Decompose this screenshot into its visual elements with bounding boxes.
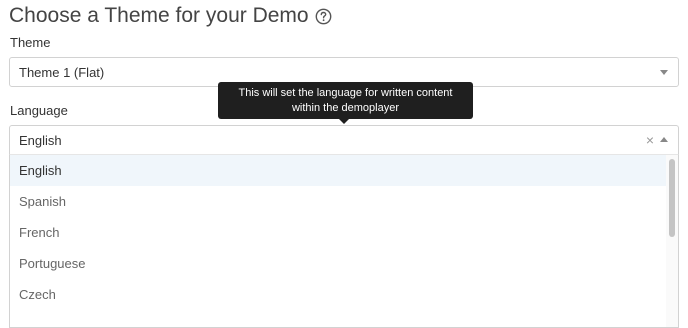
- language-select[interactable]: English ×: [9, 125, 679, 155]
- theme-label: Theme: [10, 35, 51, 50]
- caret-down-icon[interactable]: [660, 70, 668, 75]
- page-title: Choose a Theme for your Demo: [9, 4, 309, 27]
- dropdown-scrollbar[interactable]: [666, 155, 678, 327]
- tooltip-line-1: This will set the language for written c…: [238, 87, 453, 99]
- language-label: Language: [10, 103, 68, 118]
- language-option-english[interactable]: English: [10, 155, 666, 186]
- theme-chooser-page: Choose a Theme for your Demo Theme Theme…: [0, 0, 688, 328]
- clear-icon[interactable]: ×: [646, 132, 654, 148]
- page-title-row: Choose a Theme for your Demo: [9, 4, 332, 28]
- language-option-french[interactable]: French: [10, 217, 666, 248]
- language-option-czech[interactable]: Czech: [10, 279, 666, 310]
- question-circle-icon[interactable]: [315, 8, 332, 25]
- tooltip-line-2: within the demoplayer: [291, 102, 399, 114]
- language-dropdown: English Spanish French Portuguese Czech: [9, 155, 679, 328]
- language-select-value: English: [19, 133, 62, 148]
- caret-up-icon[interactable]: [660, 137, 668, 142]
- language-option-portuguese[interactable]: Portuguese: [10, 248, 666, 279]
- scrollbar-thumb[interactable]: [669, 159, 675, 237]
- language-option-spanish[interactable]: Spanish: [10, 186, 666, 217]
- theme-select-value: Theme 1 (Flat): [19, 65, 105, 80]
- tooltip-arrow: [339, 119, 349, 124]
- language-options-list: English Spanish French Portuguese Czech: [10, 155, 666, 310]
- language-tooltip: This will set the language for written c…: [218, 82, 473, 124]
